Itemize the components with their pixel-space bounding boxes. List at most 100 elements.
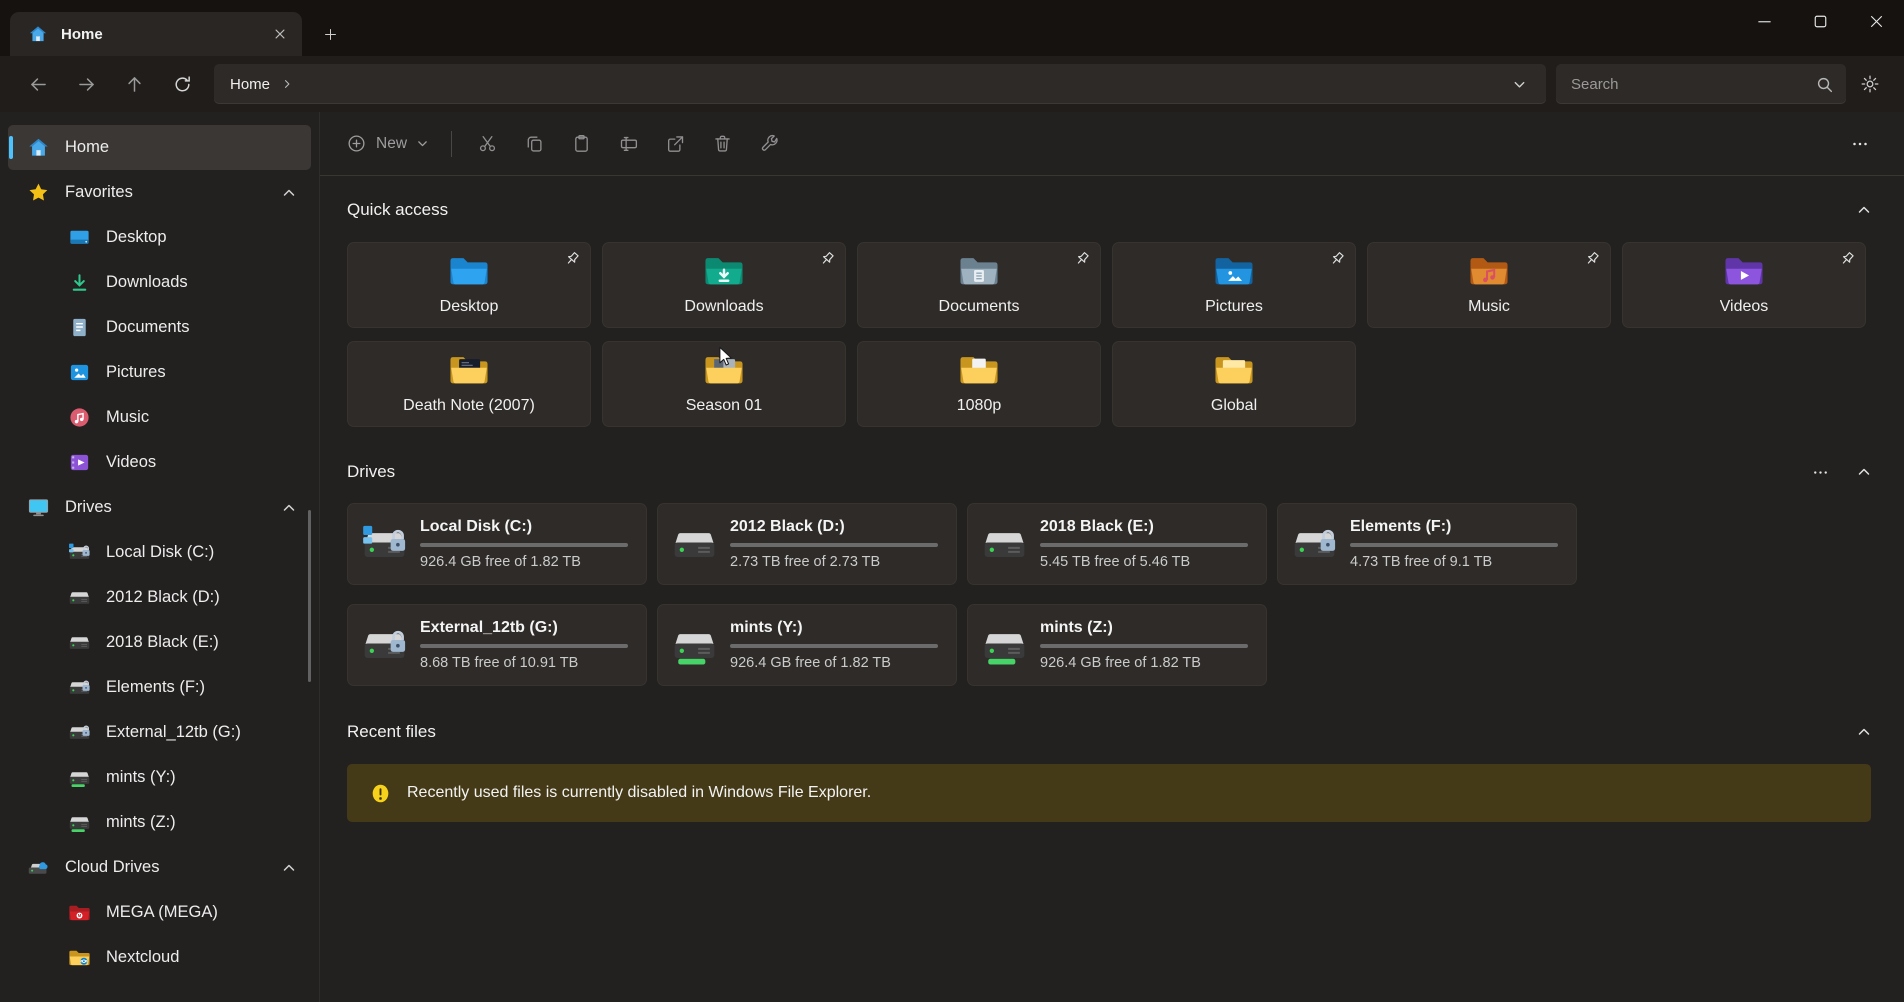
sidebar-item-local-disk-c[interactable]: Local Disk (C:) — [8, 530, 311, 575]
tab-close-icon[interactable] — [266, 20, 294, 48]
sidebar-item-elements-f[interactable]: Elements (F:) — [8, 665, 311, 710]
back-button[interactable] — [14, 65, 62, 103]
settings-button[interactable] — [1848, 64, 1892, 104]
app-body: HomeFavoritesDesktopDownloadsDocumentsPi… — [0, 112, 1904, 1002]
sidebar-item-downloads[interactable]: Downloads — [8, 260, 311, 305]
properties-button[interactable] — [746, 124, 793, 164]
address-bar[interactable]: Home — [214, 64, 1546, 104]
breadcrumb-home[interactable]: Home — [230, 76, 270, 93]
cut-button[interactable] — [464, 124, 511, 164]
drive-card-elements-f[interactable]: Elements (F:)4.73 TB free of 9.1 TB — [1277, 503, 1577, 585]
pin-icon[interactable] — [1838, 250, 1856, 268]
quick-access-title: Quick access — [347, 200, 448, 220]
drive-info: Elements (F:)4.73 TB free of 9.1 TB — [1350, 518, 1558, 571]
sidebar-item-favorites[interactable]: Favorites — [8, 170, 311, 215]
sidebar-item-label: Videos — [106, 453, 311, 472]
sidebar-item-drives[interactable]: Drives — [8, 485, 311, 530]
drive-card-2018-black-e[interactable]: 2018 Black (E:)5.45 TB free of 5.46 TB — [967, 503, 1267, 585]
sidebar-item-desktop[interactable]: Desktop — [8, 215, 311, 260]
sidebar-item-mints-z[interactable]: mints (Z:) — [8, 800, 311, 845]
folder-downloads-icon — [703, 253, 745, 288]
search-icon[interactable] — [1815, 75, 1834, 94]
drive-card-2012-black-d[interactable]: 2012 Black (D:)2.73 TB free of 2.73 TB — [657, 503, 957, 585]
sidebar-item-documents[interactable]: Documents — [8, 305, 311, 350]
sidebar-item-cloud-drives[interactable]: Cloud Drives — [8, 845, 311, 890]
sidebar-item-nextcloud[interactable]: Nextcloud — [8, 935, 311, 980]
drive-icon — [671, 523, 718, 565]
chevron-right-icon[interactable] — [281, 78, 293, 90]
music-icon — [68, 406, 91, 429]
quick-access-card-death-note-2007[interactable]: Death Note (2007) — [347, 341, 591, 427]
quick-access-card-season-01[interactable]: Season 01 — [602, 341, 846, 427]
drive-card-local-disk-c[interactable]: Local Disk (C:)926.4 GB free of 1.82 TB — [347, 503, 647, 585]
sidebar-item-mega-mega[interactable]: MMEGA (MEGA) — [8, 890, 311, 935]
search-box[interactable] — [1556, 64, 1846, 104]
pin-icon[interactable] — [1073, 250, 1091, 268]
chevron-up-icon[interactable] — [281, 500, 297, 516]
quick-access-card-documents[interactable]: Documents — [857, 242, 1101, 328]
search-input[interactable] — [1571, 76, 1815, 93]
pin-icon[interactable] — [1328, 250, 1346, 268]
pin-icon[interactable] — [818, 250, 836, 268]
sidebar-item-label: Favorites — [65, 183, 266, 202]
close-button[interactable] — [1848, 0, 1904, 42]
drive-green-icon — [671, 624, 718, 666]
quick-access-card-videos[interactable]: Videos — [1622, 242, 1866, 328]
pin-icon[interactable] — [1583, 250, 1601, 268]
quick-access-collapse-chevron[interactable] — [1855, 202, 1872, 219]
drive-info: mints (Y:)926.4 GB free of 1.82 TB — [730, 619, 938, 672]
quick-access-card-label: Music — [1468, 298, 1510, 316]
share-button[interactable] — [652, 124, 699, 164]
navigation-bar: Home — [0, 56, 1904, 112]
new-tab-button[interactable] — [312, 16, 348, 52]
quick-access-card-downloads[interactable]: Downloads — [602, 242, 846, 328]
toolbar-more-button[interactable] — [1840, 124, 1880, 164]
drive-free-space: 926.4 GB free of 1.82 TB — [420, 554, 628, 570]
copy-icon — [524, 133, 545, 154]
new-button[interactable]: New — [342, 127, 433, 160]
chevron-up-icon[interactable] — [281, 860, 297, 876]
address-dropdown-chevron[interactable] — [1506, 71, 1532, 97]
quick-access-card-1080p[interactable]: 1080p — [857, 341, 1101, 427]
sidebar-item-pictures[interactable]: Pictures — [8, 350, 311, 395]
main-panel: New Quick access D — [320, 112, 1904, 1002]
quick-access-card-music[interactable]: Music — [1367, 242, 1611, 328]
drive-card-mints-z[interactable]: mints (Z:)926.4 GB free of 1.82 TB — [967, 604, 1267, 686]
up-button[interactable] — [110, 65, 158, 103]
quick-access-card-global[interactable]: Global — [1112, 341, 1356, 427]
pin-icon[interactable] — [563, 250, 581, 268]
sidebar-item-music[interactable]: Music — [8, 395, 311, 440]
sidebar-scrollbar[interactable] — [308, 510, 311, 682]
wrench-icon — [759, 133, 780, 154]
sidebar-item-mints-y[interactable]: mints (Y:) — [8, 755, 311, 800]
drive-card-mints-y[interactable]: mints (Y:)926.4 GB free of 1.82 TB — [657, 604, 957, 686]
drive-capacity-bar — [420, 644, 628, 649]
refresh-button[interactable] — [158, 65, 206, 103]
forward-button[interactable] — [62, 65, 110, 103]
sidebar-item-2018-black-e[interactable]: 2018 Black (E:) — [8, 620, 311, 665]
drive-info: External_12tb (G:)8.68 TB free of 10.91 … — [420, 619, 628, 672]
drives-collapse-chevron[interactable] — [1855, 464, 1872, 481]
video-icon — [68, 451, 91, 474]
tab-home[interactable]: Home — [10, 12, 302, 56]
delete-button[interactable] — [699, 124, 746, 164]
sidebar-item-label: Home — [65, 138, 311, 157]
minimize-button[interactable] — [1736, 0, 1792, 42]
drive-card-external-12tb-g[interactable]: External_12tb (G:)8.68 TB free of 10.91 … — [347, 604, 647, 686]
sidebar-item-videos[interactable]: Videos — [8, 440, 311, 485]
paste-button[interactable] — [558, 124, 605, 164]
sidebar-item-2012-black-d[interactable]: 2012 Black (D:) — [8, 575, 311, 620]
copy-button[interactable] — [511, 124, 558, 164]
chevron-up-icon[interactable] — [281, 185, 297, 201]
sidebar-item-home[interactable]: Home — [8, 125, 311, 170]
maximize-button[interactable] — [1792, 0, 1848, 42]
recent-files-collapse-chevron[interactable] — [1855, 724, 1872, 741]
content: Quick access DesktopDownloadsDocumentsPi… — [320, 176, 1904, 1002]
quick-access-card-desktop[interactable]: Desktop — [347, 242, 591, 328]
refresh-icon — [172, 74, 193, 95]
drives-more-button[interactable] — [1807, 461, 1833, 483]
quick-access-card-pictures[interactable]: Pictures — [1112, 242, 1356, 328]
sidebar-item-external-12tb-g[interactable]: External_12tb (G:) — [8, 710, 311, 755]
sidebar-item-label: Documents — [106, 318, 311, 337]
rename-button[interactable] — [605, 124, 652, 164]
